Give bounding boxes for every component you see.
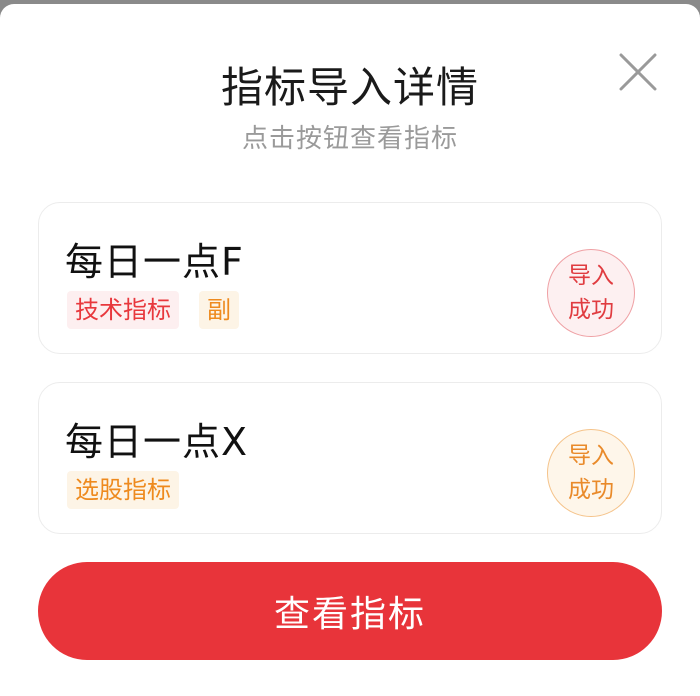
import-details-dialog: 指标导入详情 点击按钮查看指标 每日一点F 技术指标 副 导入 成功 每日一点X… (0, 4, 700, 696)
tag-type: 选股指标 (67, 471, 179, 509)
view-indicators-button[interactable]: 查看指标 (38, 562, 662, 660)
status-badge-line2: 成功 (568, 297, 614, 323)
tag-type: 技术指标 (67, 291, 179, 329)
indicator-card: 每日一点F 技术指标 副 导入 成功 (38, 202, 662, 354)
close-button[interactable] (614, 48, 662, 96)
indicator-tags: 选股指标 (67, 471, 179, 509)
indicator-name: 每日一点F (65, 240, 244, 284)
status-badge: 导入 成功 (547, 249, 635, 337)
dialog-subtitle: 点击按钮查看指标 (241, 124, 458, 154)
indicator-name: 每日一点X (65, 420, 249, 464)
status-badge-line1: 导入 (568, 263, 614, 289)
tag-subchart: 副 (199, 291, 239, 329)
dialog-title: 指标导入详情 (220, 63, 479, 112)
indicator-card: 每日一点X 选股指标 导入 成功 (38, 382, 662, 534)
status-badge-line1: 导入 (568, 443, 614, 469)
close-icon (619, 53, 657, 91)
status-badge: 导入 成功 (547, 429, 635, 517)
indicator-tags: 技术指标 副 (67, 291, 239, 329)
status-badge-line2: 成功 (568, 477, 614, 503)
